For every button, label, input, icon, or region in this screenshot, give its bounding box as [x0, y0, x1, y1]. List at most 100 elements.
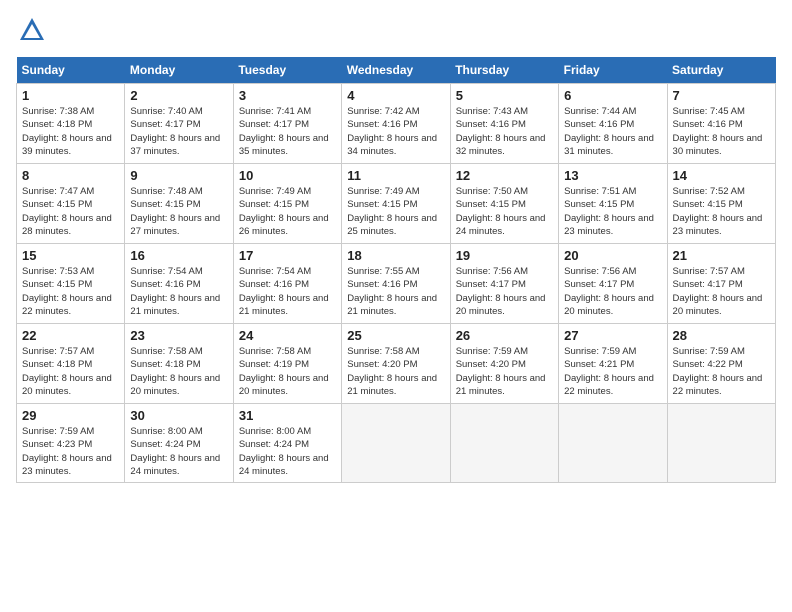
- calendar-cell: 24 Sunrise: 7:58 AMSunset: 4:19 PMDaylig…: [233, 324, 341, 404]
- day-number: 10: [239, 168, 336, 183]
- cell-details: Sunrise: 7:54 AMSunset: 4:16 PMDaylight:…: [239, 266, 329, 317]
- calendar-cell: 15 Sunrise: 7:53 AMSunset: 4:15 PMDaylig…: [17, 244, 125, 324]
- day-number: 3: [239, 88, 336, 103]
- calendar-cell: 23 Sunrise: 7:58 AMSunset: 4:18 PMDaylig…: [125, 324, 233, 404]
- calendar-cell: [450, 404, 558, 483]
- cell-details: Sunrise: 7:56 AMSunset: 4:17 PMDaylight:…: [456, 266, 546, 317]
- cell-details: Sunrise: 7:52 AMSunset: 4:15 PMDaylight:…: [673, 186, 763, 237]
- calendar-cell: [559, 404, 667, 483]
- cell-details: Sunrise: 7:58 AMSunset: 4:20 PMDaylight:…: [347, 346, 437, 397]
- day-number: 9: [130, 168, 227, 183]
- day-of-week-header: Monday: [125, 57, 233, 84]
- calendar-cell: 11 Sunrise: 7:49 AMSunset: 4:15 PMDaylig…: [342, 164, 450, 244]
- calendar-cell: [342, 404, 450, 483]
- calendar-cell: 22 Sunrise: 7:57 AMSunset: 4:18 PMDaylig…: [17, 324, 125, 404]
- day-number: 29: [22, 408, 119, 423]
- day-number: 18: [347, 248, 444, 263]
- cell-details: Sunrise: 7:59 AMSunset: 4:22 PMDaylight:…: [673, 346, 763, 397]
- cell-details: Sunrise: 7:58 AMSunset: 4:18 PMDaylight:…: [130, 346, 220, 397]
- calendar-cell: 6 Sunrise: 7:44 AMSunset: 4:16 PMDayligh…: [559, 84, 667, 164]
- calendar-cell: [667, 404, 775, 483]
- day-of-week-header: Friday: [559, 57, 667, 84]
- cell-details: Sunrise: 7:59 AMSunset: 4:23 PMDaylight:…: [22, 426, 112, 477]
- day-number: 25: [347, 328, 444, 343]
- calendar-cell: 26 Sunrise: 7:59 AMSunset: 4:20 PMDaylig…: [450, 324, 558, 404]
- day-number: 4: [347, 88, 444, 103]
- cell-details: Sunrise: 8:00 AMSunset: 4:24 PMDaylight:…: [239, 426, 329, 477]
- cell-details: Sunrise: 7:40 AMSunset: 4:17 PMDaylight:…: [130, 106, 220, 157]
- calendar-cell: 16 Sunrise: 7:54 AMSunset: 4:16 PMDaylig…: [125, 244, 233, 324]
- cell-details: Sunrise: 7:51 AMSunset: 4:15 PMDaylight:…: [564, 186, 654, 237]
- calendar-cell: 25 Sunrise: 7:58 AMSunset: 4:20 PMDaylig…: [342, 324, 450, 404]
- day-number: 11: [347, 168, 444, 183]
- day-number: 16: [130, 248, 227, 263]
- day-number: 17: [239, 248, 336, 263]
- cell-details: Sunrise: 7:55 AMSunset: 4:16 PMDaylight:…: [347, 266, 437, 317]
- logo-icon: [18, 16, 46, 44]
- calendar-table: SundayMondayTuesdayWednesdayThursdayFrid…: [16, 57, 776, 483]
- day-number: 12: [456, 168, 553, 183]
- cell-details: Sunrise: 7:57 AMSunset: 4:18 PMDaylight:…: [22, 346, 112, 397]
- calendar-week-row: 15 Sunrise: 7:53 AMSunset: 4:15 PMDaylig…: [17, 244, 776, 324]
- calendar-cell: 8 Sunrise: 7:47 AMSunset: 4:15 PMDayligh…: [17, 164, 125, 244]
- day-of-week-header: Saturday: [667, 57, 775, 84]
- cell-details: Sunrise: 7:54 AMSunset: 4:16 PMDaylight:…: [130, 266, 220, 317]
- cell-details: Sunrise: 7:38 AMSunset: 4:18 PMDaylight:…: [22, 106, 112, 157]
- calendar-cell: 3 Sunrise: 7:41 AMSunset: 4:17 PMDayligh…: [233, 84, 341, 164]
- day-number: 19: [456, 248, 553, 263]
- calendar-cell: 7 Sunrise: 7:45 AMSunset: 4:16 PMDayligh…: [667, 84, 775, 164]
- calendar-cell: 10 Sunrise: 7:49 AMSunset: 4:15 PMDaylig…: [233, 164, 341, 244]
- calendar-week-row: 29 Sunrise: 7:59 AMSunset: 4:23 PMDaylig…: [17, 404, 776, 483]
- day-number: 24: [239, 328, 336, 343]
- day-number: 15: [22, 248, 119, 263]
- day-number: 6: [564, 88, 661, 103]
- cell-details: Sunrise: 7:50 AMSunset: 4:15 PMDaylight:…: [456, 186, 546, 237]
- day-of-week-header: Sunday: [17, 57, 125, 84]
- day-number: 21: [673, 248, 770, 263]
- calendar-cell: 12 Sunrise: 7:50 AMSunset: 4:15 PMDaylig…: [450, 164, 558, 244]
- page-header: [16, 16, 776, 49]
- cell-details: Sunrise: 7:56 AMSunset: 4:17 PMDaylight:…: [564, 266, 654, 317]
- day-number: 7: [673, 88, 770, 103]
- cell-details: Sunrise: 7:47 AMSunset: 4:15 PMDaylight:…: [22, 186, 112, 237]
- calendar-week-row: 1 Sunrise: 7:38 AMSunset: 4:18 PMDayligh…: [17, 84, 776, 164]
- calendar-cell: 28 Sunrise: 7:59 AMSunset: 4:22 PMDaylig…: [667, 324, 775, 404]
- cell-details: Sunrise: 7:44 AMSunset: 4:16 PMDaylight:…: [564, 106, 654, 157]
- calendar-cell: 27 Sunrise: 7:59 AMSunset: 4:21 PMDaylig…: [559, 324, 667, 404]
- day-number: 30: [130, 408, 227, 423]
- calendar-cell: 5 Sunrise: 7:43 AMSunset: 4:16 PMDayligh…: [450, 84, 558, 164]
- day-number: 22: [22, 328, 119, 343]
- day-of-week-header: Thursday: [450, 57, 558, 84]
- cell-details: Sunrise: 7:48 AMSunset: 4:15 PMDaylight:…: [130, 186, 220, 237]
- cell-details: Sunrise: 7:58 AMSunset: 4:19 PMDaylight:…: [239, 346, 329, 397]
- calendar-cell: 14 Sunrise: 7:52 AMSunset: 4:15 PMDaylig…: [667, 164, 775, 244]
- calendar-cell: 17 Sunrise: 7:54 AMSunset: 4:16 PMDaylig…: [233, 244, 341, 324]
- day-number: 13: [564, 168, 661, 183]
- calendar-cell: 21 Sunrise: 7:57 AMSunset: 4:17 PMDaylig…: [667, 244, 775, 324]
- day-number: 1: [22, 88, 119, 103]
- calendar-cell: 4 Sunrise: 7:42 AMSunset: 4:16 PMDayligh…: [342, 84, 450, 164]
- calendar-cell: 31 Sunrise: 8:00 AMSunset: 4:24 PMDaylig…: [233, 404, 341, 483]
- cell-details: Sunrise: 7:41 AMSunset: 4:17 PMDaylight:…: [239, 106, 329, 157]
- day-number: 27: [564, 328, 661, 343]
- calendar-week-row: 8 Sunrise: 7:47 AMSunset: 4:15 PMDayligh…: [17, 164, 776, 244]
- cell-details: Sunrise: 7:43 AMSunset: 4:16 PMDaylight:…: [456, 106, 546, 157]
- day-of-week-header: Wednesday: [342, 57, 450, 84]
- calendar-week-row: 22 Sunrise: 7:57 AMSunset: 4:18 PMDaylig…: [17, 324, 776, 404]
- calendar-cell: 18 Sunrise: 7:55 AMSunset: 4:16 PMDaylig…: [342, 244, 450, 324]
- day-of-week-header: Tuesday: [233, 57, 341, 84]
- calendar-cell: 9 Sunrise: 7:48 AMSunset: 4:15 PMDayligh…: [125, 164, 233, 244]
- cell-details: Sunrise: 7:45 AMSunset: 4:16 PMDaylight:…: [673, 106, 763, 157]
- cell-details: Sunrise: 7:49 AMSunset: 4:15 PMDaylight:…: [239, 186, 329, 237]
- day-number: 14: [673, 168, 770, 183]
- day-number: 26: [456, 328, 553, 343]
- calendar-cell: 2 Sunrise: 7:40 AMSunset: 4:17 PMDayligh…: [125, 84, 233, 164]
- cell-details: Sunrise: 7:42 AMSunset: 4:16 PMDaylight:…: [347, 106, 437, 157]
- calendar-cell: 29 Sunrise: 7:59 AMSunset: 4:23 PMDaylig…: [17, 404, 125, 483]
- day-number: 23: [130, 328, 227, 343]
- cell-details: Sunrise: 7:57 AMSunset: 4:17 PMDaylight:…: [673, 266, 763, 317]
- day-number: 20: [564, 248, 661, 263]
- day-number: 2: [130, 88, 227, 103]
- calendar-cell: 30 Sunrise: 8:00 AMSunset: 4:24 PMDaylig…: [125, 404, 233, 483]
- day-number: 8: [22, 168, 119, 183]
